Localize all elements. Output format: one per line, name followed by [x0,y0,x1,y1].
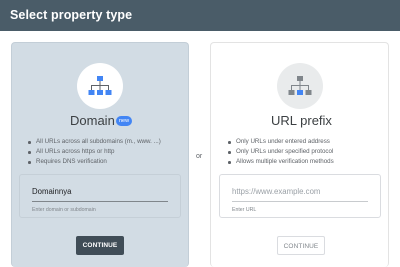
domain-helper-text: Enter domain or subdomain [32,207,96,213]
domain-icon-circle [77,63,123,109]
url-input-field[interactable]: https://www.example.com Enter URL [219,174,381,218]
url-prefix-icon-circle [277,63,323,109]
domain-input[interactable]: Domainnya [32,187,71,196]
url-prefix-card[interactable]: URL prefix Only URLs under entered addre… [210,42,389,267]
list-item: Only URLs under specified protocol [228,147,334,157]
new-badge: new [116,116,132,126]
url-continue-button[interactable]: CONTINUE [277,236,325,255]
domain-title: Domain [70,113,115,128]
select-property-dialog: Select property type Domain new All URLs… [0,0,400,267]
list-item: Allows multiple verification methods [228,157,334,167]
url-prefix-title: URL prefix [271,113,332,128]
url-input[interactable]: https://www.example.com [232,187,320,196]
dialog-header: Select property type [0,0,400,31]
domain-input-field[interactable]: Domainnya Enter domain or subdomain [19,174,181,218]
domain-continue-button[interactable]: CONTINUE [76,236,124,255]
list-item: Only URLs under entered address [228,137,334,147]
domain-feature-list: All URLs across all subdomains (m., www.… [28,137,161,168]
url-helper-text: Enter URL [232,207,257,213]
sitemap-icon [288,76,312,95]
list-item: All URLs across all subdomains (m., www.… [28,137,161,147]
domain-card[interactable]: Domain new All URLs across all subdomain… [11,42,189,267]
url-prefix-feature-list: Only URLs under entered address Only URL… [228,137,334,168]
dialog-title: Select property type [10,8,133,22]
or-separator: or [196,153,203,160]
input-underline [32,201,168,202]
input-underline [232,201,368,202]
list-item: All URLs across https or http [28,147,161,157]
sitemap-icon [88,76,112,95]
list-item: Requires DNS verification [28,157,161,167]
